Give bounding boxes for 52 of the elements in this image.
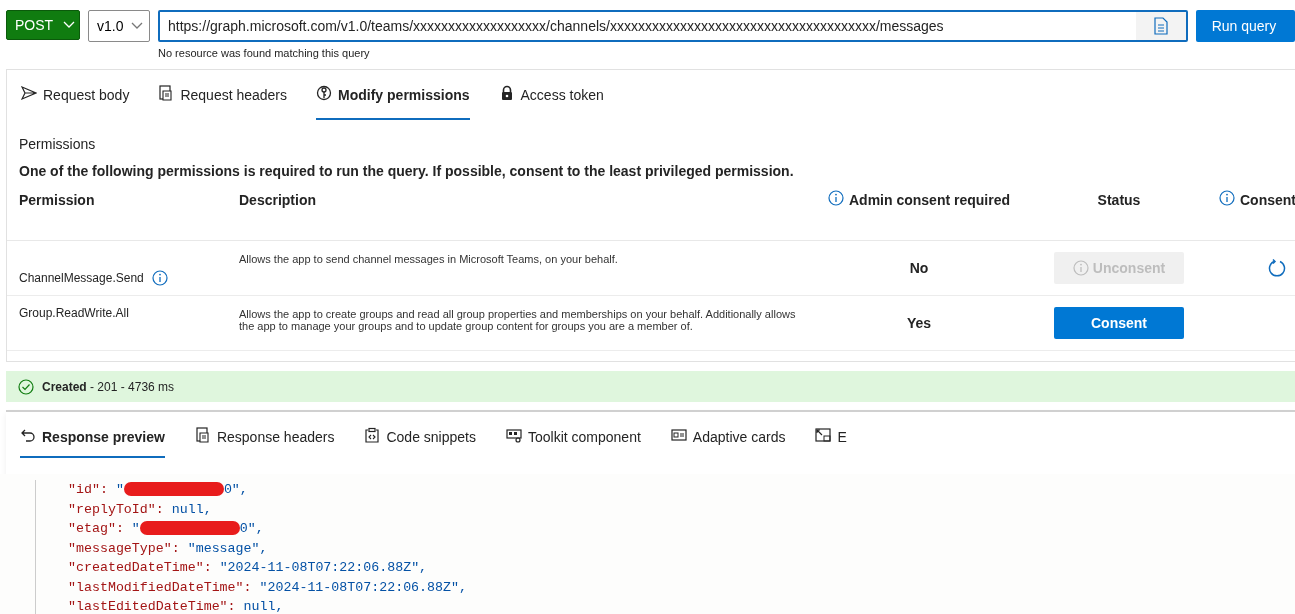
json-line: "replyToId": null, [68,500,213,519]
tab[interactable]: Request headers [158,70,288,120]
column-header: Status [1096,191,1142,210]
toolkit-icon [506,427,522,443]
tab[interactable]: Toolkit component [506,412,641,458]
tab[interactable]: Response headers [194,412,335,458]
check-circle-icon [18,378,34,395]
admin-consent-value: Yes [905,313,933,333]
json-line: "etag": " 0", [68,520,265,538]
document-icon [194,427,211,443]
status-text: Created - 201 - 4736 ms [42,378,175,396]
info-icon [1072,260,1089,276]
permission-description: Allows the app to create groups and read all group properties and memberships on your behalf. Additionally allows the app to manage your groups and to update group content for groups you are a member of. [239,307,797,333]
clipboard-icon [364,427,381,443]
permission-name: Group.ReadWrite.All [19,305,129,322]
undo-arrow-icon [20,427,36,443]
permission-name: ChannelMessage.Send [19,270,144,287]
send-icon [21,85,37,101]
tab[interactable]: Access token [498,70,604,120]
run-query-button[interactable]: Run query [1195,10,1295,42]
column-header: Description [239,191,317,210]
tab[interactable]: Response preview [20,412,165,458]
document-icon [158,85,175,101]
expand-icon [815,427,832,443]
json-line: "lastEditedDateTime": null, [68,598,285,614]
version-dropdown[interactable]: v1.0 [88,10,150,42]
json-line: "createdDateTime": "2024-11-08T07:22:06.88Z", [68,559,429,577]
tab[interactable]: Code snippets [364,412,476,458]
key-icon [316,85,333,101]
tab[interactable]: Request body [21,70,130,120]
card-icon [670,427,687,443]
admin-consent-value: No [908,258,930,278]
chevron-down-icon [131,22,144,30]
tab[interactable]: E [815,412,847,458]
tab[interactable]: Modify permissions [316,70,470,120]
document-button[interactable] [1135,12,1186,40]
query-hint: No resource was found matching this query [158,46,370,61]
column-header: Permission [19,191,96,210]
document-icon [1153,17,1168,35]
json-line: "messageType": "message", [68,539,269,558]
consent-button[interactable]: Consent [1054,307,1184,339]
address-bar[interactable]: https://graph.microsoft.com/v1.0/teams/xxxxxxxxxxxxxxxxxxx/channels/xxxxxxxxxxxxxxxxxxxxxxxxxxxxxxxxxxxxxx/messages [158,10,1188,42]
column-header: Admin consent required [849,191,1010,210]
json-line: "lastModifiedDateTime": "2024-11-08T07:22:06.88Z", [68,578,468,597]
json-line: "id": " 0", [68,481,249,499]
permissions-note: One of the following permissions is required to run the query. If possible, consent to the least privileged permission. [19,162,795,181]
chevron-down-icon [63,21,76,29]
permission-description: Allows the app to send channel messages in Microsoft Teams, on your behalf. [239,252,619,266]
method-dropdown[interactable]: POST [6,10,80,40]
permissions-title: Permissions [19,135,97,154]
tab[interactable]: Adaptive cards [670,412,786,458]
column-header: Consent [1240,191,1295,210]
